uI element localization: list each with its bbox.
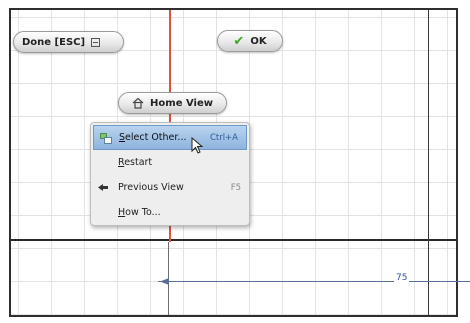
- sketch-canvas[interactable]: 75 Done [ESC] ✔ OK Home View Select Othe…: [0, 0, 470, 323]
- minimize-icon: [91, 37, 101, 47]
- context-menu: Select Other... Ctrl+A Restart Previous …: [90, 122, 250, 226]
- previous-view-icon: [98, 184, 108, 191]
- done-label: Done [ESC]: [22, 36, 86, 48]
- dimension-arrow: [160, 278, 169, 285]
- sketch-horizontal-line[interactable]: [11, 239, 456, 241]
- home-view-button[interactable]: Home View: [118, 92, 227, 114]
- menu-item-shortcut: F5: [230, 182, 241, 193]
- done-button[interactable]: Done [ESC]: [13, 31, 124, 53]
- menu-item-label: How To...: [118, 207, 161, 218]
- menu-item-label: Restart: [118, 157, 153, 168]
- menu-item-label: Previous View: [118, 182, 184, 193]
- ok-button[interactable]: ✔ OK: [217, 30, 283, 52]
- menu-item-label: Select Other...: [119, 132, 187, 143]
- menu-item-previous-view[interactable]: Previous View F5: [91, 175, 249, 200]
- select-other-icon: [100, 133, 112, 144]
- menu-item-select-other[interactable]: Select Other... Ctrl+A: [93, 125, 247, 150]
- check-icon: ✔: [233, 33, 245, 49]
- menu-item-restart[interactable]: Restart: [91, 150, 249, 175]
- home-icon: [132, 97, 144, 109]
- home-view-label: Home View: [150, 97, 213, 109]
- menu-item-shortcut: Ctrl+A: [209, 132, 238, 143]
- sketch-vertical-line[interactable]: [428, 10, 429, 315]
- ok-label: OK: [250, 35, 267, 47]
- dimension-line[interactable]: [158, 281, 470, 282]
- dimension-value[interactable]: 75: [394, 273, 410, 283]
- mouse-pointer-icon: [191, 137, 204, 154]
- menu-item-how-to[interactable]: How To...: [91, 200, 249, 225]
